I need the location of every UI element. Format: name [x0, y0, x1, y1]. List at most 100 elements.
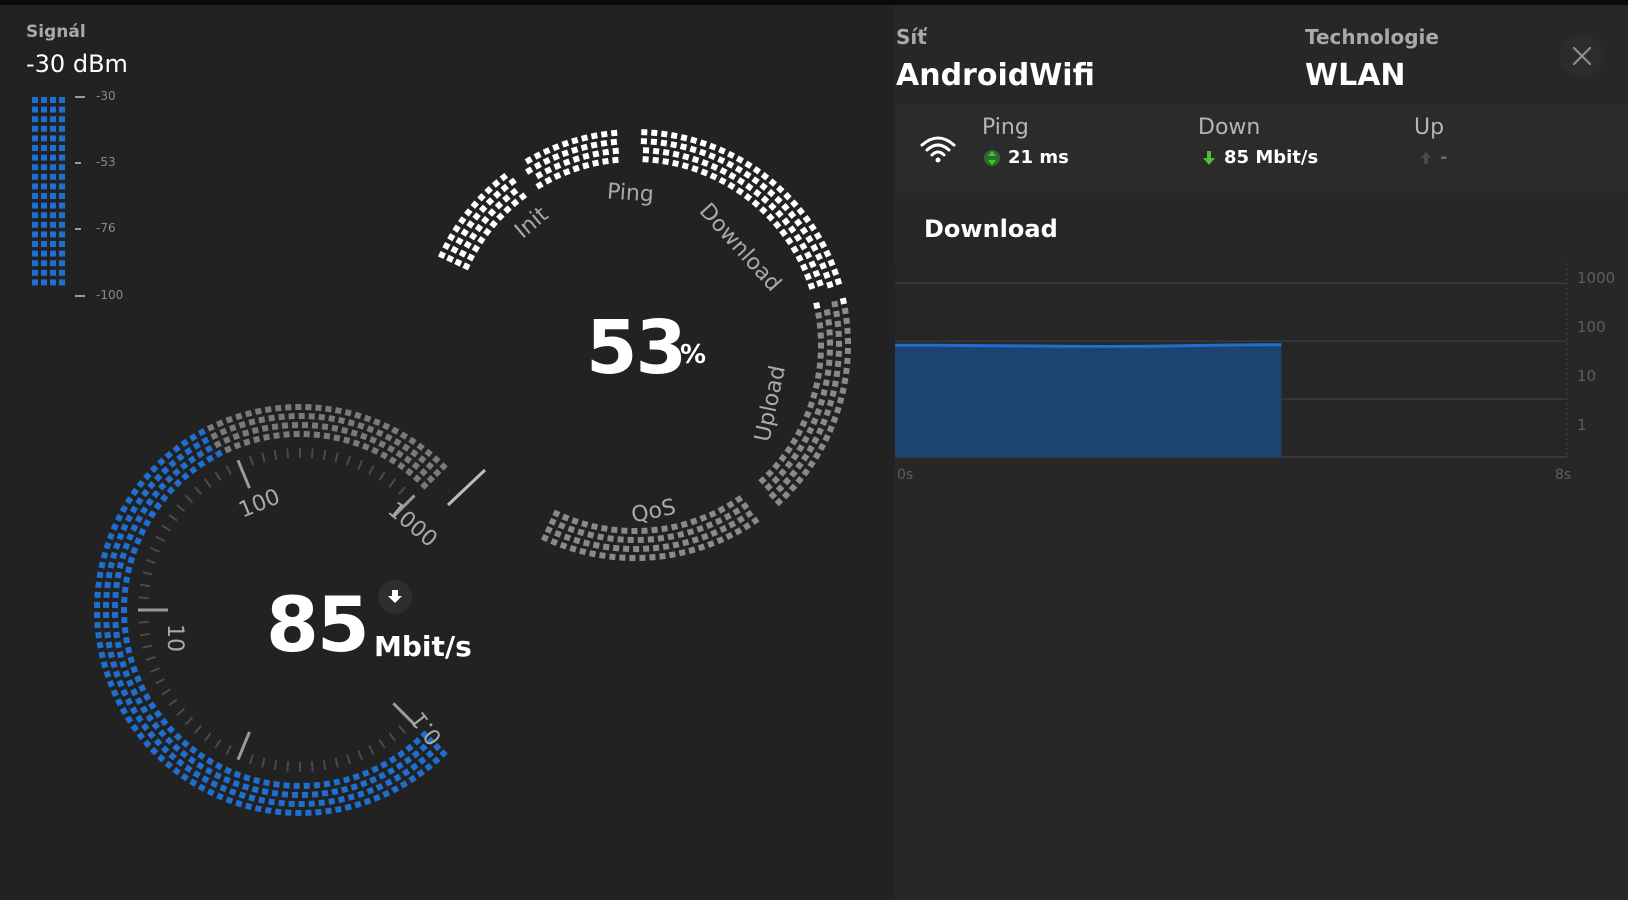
gauge-dot	[710, 529, 719, 537]
gauge-dot	[243, 774, 251, 782]
up-value-row: -	[1420, 147, 1447, 168]
gauge-dot	[115, 513, 124, 522]
gauge-dot	[197, 751, 206, 761]
gauge-dot	[805, 235, 814, 244]
gauge-dot	[213, 771, 222, 780]
gauge-dot	[344, 803, 352, 811]
gauge-dot	[122, 669, 131, 678]
gauge-dot	[535, 171, 544, 180]
gauge-dot	[561, 139, 570, 148]
gauge-dot	[612, 544, 620, 552]
gauge-dot	[667, 533, 675, 541]
gauge-dot	[691, 165, 699, 173]
speed-tick	[168, 513, 178, 522]
gauge-dot	[452, 224, 461, 233]
current-speed-value: 85	[266, 580, 370, 669]
gauge-dot	[114, 641, 122, 649]
gauge-dot	[815, 372, 822, 380]
gauge-dot	[380, 760, 389, 769]
gauge-dot	[701, 159, 709, 167]
gauge-dot	[677, 530, 685, 539]
gauge-dot	[484, 185, 493, 195]
speed-tick	[261, 452, 266, 463]
gauge-dot	[477, 235, 486, 245]
gauge-dot	[147, 480, 156, 490]
gauge-dot	[787, 210, 797, 219]
gauge-dot	[790, 452, 800, 461]
gauge-dot	[393, 773, 402, 782]
gauge-dot	[776, 184, 785, 194]
gauge-dot	[104, 581, 111, 589]
gauge-dot	[581, 520, 589, 528]
gauge-dot	[318, 799, 326, 807]
speed-tick	[145, 558, 156, 564]
gauge-dot	[342, 436, 351, 444]
gauge-dot	[357, 422, 365, 430]
gauge-dot	[803, 410, 812, 419]
gauge-dot	[708, 142, 717, 151]
gauge-dot	[725, 531, 734, 540]
gauge-dot	[609, 553, 616, 561]
gauge-dot	[143, 472, 152, 481]
up-value: -	[1440, 147, 1448, 168]
gauge-dot	[816, 279, 824, 287]
gauge-dot	[489, 219, 498, 229]
gauge-dot	[807, 282, 816, 290]
speed-tick	[378, 739, 386, 749]
gauge-dot	[395, 449, 404, 459]
gauge-dot	[205, 454, 215, 463]
gauge-dot	[834, 406, 842, 414]
gauge-dot	[96, 571, 104, 579]
download-line	[895, 343, 1282, 349]
gauge-dot	[582, 152, 590, 160]
gauge-dot	[179, 461, 189, 471]
gauge-dot	[834, 360, 842, 368]
gauge-dot	[138, 684, 147, 693]
gauge-dot	[197, 459, 206, 469]
gauge-dot	[305, 809, 312, 816]
gauge-dot	[732, 507, 741, 516]
gauge-dot	[116, 561, 125, 569]
gauge-dot	[542, 157, 551, 166]
gauge-dot	[816, 362, 824, 369]
gauge-dot	[751, 176, 760, 185]
gauge-dot	[562, 168, 571, 176]
gauge-dot	[173, 478, 183, 488]
gauge-dot	[708, 152, 716, 161]
gauge-dot	[395, 761, 404, 771]
gauge-dot	[717, 156, 726, 165]
gauge-dot	[281, 791, 289, 798]
gauge-dot	[235, 799, 243, 808]
gauge-dot	[802, 215, 812, 224]
gauge-dot	[835, 330, 842, 338]
gauge-dot	[812, 451, 822, 460]
gauge-dot	[369, 776, 378, 784]
gauge-dot	[181, 739, 190, 748]
gauge-dot	[166, 486, 176, 495]
gauge-dot	[134, 674, 142, 683]
gauge-dot	[252, 776, 261, 785]
gauge-dot	[337, 795, 346, 804]
gauge-dot	[815, 427, 824, 436]
gauge-dot	[120, 523, 129, 532]
gauge-dot	[384, 778, 393, 787]
gauge-dot	[331, 424, 339, 432]
gauge-dot	[425, 461, 435, 471]
speed-tick	[184, 494, 194, 504]
gauge-dot	[325, 405, 332, 413]
gauge-dot	[571, 517, 579, 525]
network-label: Síť	[896, 25, 927, 49]
gauge-dot	[477, 193, 486, 202]
gauge-dot	[153, 473, 163, 482]
gauge-dot	[110, 551, 118, 560]
phase-label-init: Init	[510, 202, 553, 244]
gauge-dot	[439, 749, 448, 758]
gauge-dot	[525, 166, 534, 175]
close-button[interactable]	[1560, 34, 1604, 78]
gauge-dot	[535, 181, 544, 190]
technology-value: WLAN	[1305, 58, 1406, 93]
gauge-dot	[689, 145, 697, 154]
gauge-dot	[662, 158, 670, 165]
gauge-dot	[278, 799, 285, 807]
gauge-dot	[621, 527, 628, 534]
